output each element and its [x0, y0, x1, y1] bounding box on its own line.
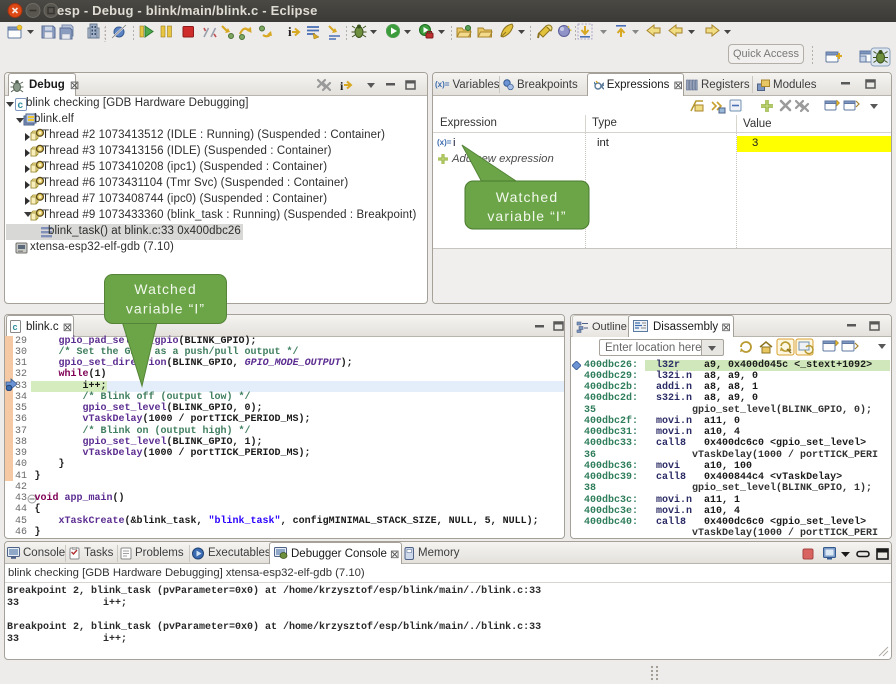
- svg-text:i: i: [340, 79, 344, 93]
- svg-text:c: c: [13, 322, 18, 332]
- svg-text:i: i: [288, 24, 292, 39]
- svg-text:c: c: [18, 100, 24, 111]
